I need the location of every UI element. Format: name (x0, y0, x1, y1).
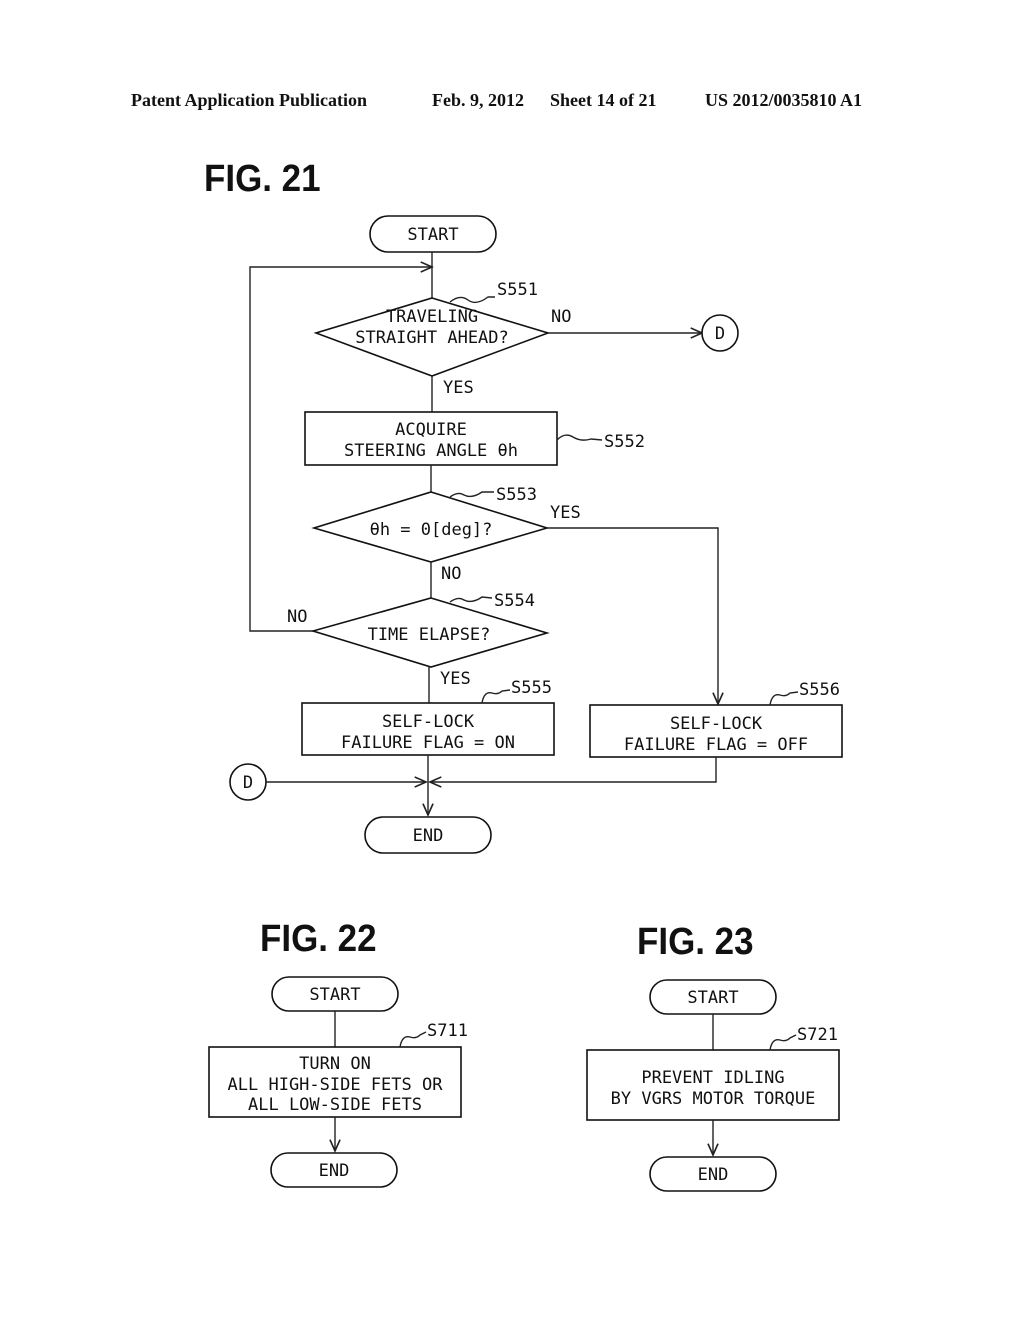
process-s711: TURN ON ALL HIGH-SIDE FETS OR ALL LOW-SI… (208, 1021, 468, 1118)
s552-line2: STEERING ANGLE θh (344, 441, 518, 461)
fig23-end-terminal: END (649, 1156, 777, 1192)
s554-no-label: NO (287, 607, 307, 627)
connector-d-out: D (701, 314, 739, 352)
s711-line3: ALL LOW-SIDE FETS (248, 1095, 422, 1115)
fig22-start-terminal: START (271, 976, 399, 1012)
s552-step-label: S552 (604, 432, 645, 452)
flowchart-canvas: START TRAVELING STRAIGHT AHEAD? S551 NO … (208, 215, 843, 1192)
s553-yes-label: YES (550, 503, 581, 523)
s711-line2: ALL HIGH-SIDE FETS OR (228, 1075, 444, 1095)
s721-line2: BY VGRS MOTOR TORQUE (611, 1089, 816, 1109)
s555-line1: SELF-LOCK (382, 712, 475, 732)
s551-yes-label: YES (443, 378, 474, 398)
s711-line1: TURN ON (299, 1054, 371, 1074)
s552-line1: ACQUIRE (395, 420, 467, 440)
s553-step-label: S553 (496, 485, 537, 505)
s551-line1: TRAVELING (386, 307, 478, 327)
leader-line (769, 1034, 797, 1051)
connector-d-in-label: D (243, 773, 253, 793)
fig22-flowchart: START TURN ON ALL HIGH-SIDE FETS OR ALL … (208, 976, 468, 1188)
leader-line (449, 491, 494, 498)
fig22-end-terminal: END (270, 1152, 398, 1188)
s551-no-label: NO (551, 307, 571, 327)
fig22-start-label: START (309, 985, 360, 1005)
s555-line2: FAILURE FLAG = ON (341, 733, 515, 753)
s556-step-label: S556 (799, 680, 840, 700)
s711-step-label: S711 (427, 1021, 468, 1041)
s553-no-label: NO (441, 564, 461, 584)
process-s552: ACQUIRE STEERING ANGLE θh S552 (304, 411, 645, 466)
decision-s554: TIME ELAPSE? S554 NO YES (287, 591, 550, 689)
s555-step-label: S555 (511, 678, 552, 698)
s721-step-label: S721 (797, 1025, 838, 1045)
s554-step-label: S554 (494, 591, 535, 611)
fig21-end-terminal: END (364, 816, 492, 854)
decision-s551: TRAVELING STRAIGHT AHEAD? S551 NO YES (313, 280, 571, 398)
leader-line (556, 434, 603, 441)
leader-line (449, 296, 495, 304)
process-s555: SELF-LOCK FAILURE FLAG = ON S555 (301, 678, 555, 756)
leader-line (481, 689, 511, 704)
s554-yes-label: YES (440, 669, 471, 689)
process-s556: SELF-LOCK FAILURE FLAG = OFF S556 (589, 680, 843, 758)
s556-line2: FAILURE FLAG = OFF (624, 735, 808, 755)
fig23-end-label: END (698, 1165, 729, 1185)
s551-step-label: S551 (497, 280, 538, 300)
fig23-start-terminal: START (649, 979, 777, 1015)
leader-line (449, 596, 493, 603)
fig22-end-label: END (319, 1161, 350, 1181)
connector-d-in: D (229, 763, 267, 801)
leader-line (399, 1031, 427, 1048)
s551-line2: STRAIGHT AHEAD? (355, 328, 509, 348)
s556-line1: SELF-LOCK (670, 714, 763, 734)
fig21-start-terminal: START (369, 215, 497, 253)
connector-d-out-label: D (715, 324, 725, 344)
fig21-start-label: START (407, 225, 458, 245)
s554-text: TIME ELAPSE? (368, 625, 491, 645)
yes-arrow-to-s556 (547, 527, 718, 704)
fig23-start-label: START (687, 988, 738, 1008)
merge-arrow-from-s556 (430, 757, 717, 782)
decision-s553: θh = 0[deg]? S553 YES NO (311, 485, 581, 584)
s721-line1: PREVENT IDLING (641, 1068, 784, 1088)
fig21-end-label: END (413, 826, 444, 846)
fig23-flowchart: START PREVENT IDLING BY VGRS MOTOR TORQU… (586, 979, 840, 1192)
fig21-flowchart: START TRAVELING STRAIGHT AHEAD? S551 NO … (229, 215, 843, 854)
s553-text: θh = 0[deg]? (370, 520, 493, 540)
leader-line (769, 691, 799, 706)
